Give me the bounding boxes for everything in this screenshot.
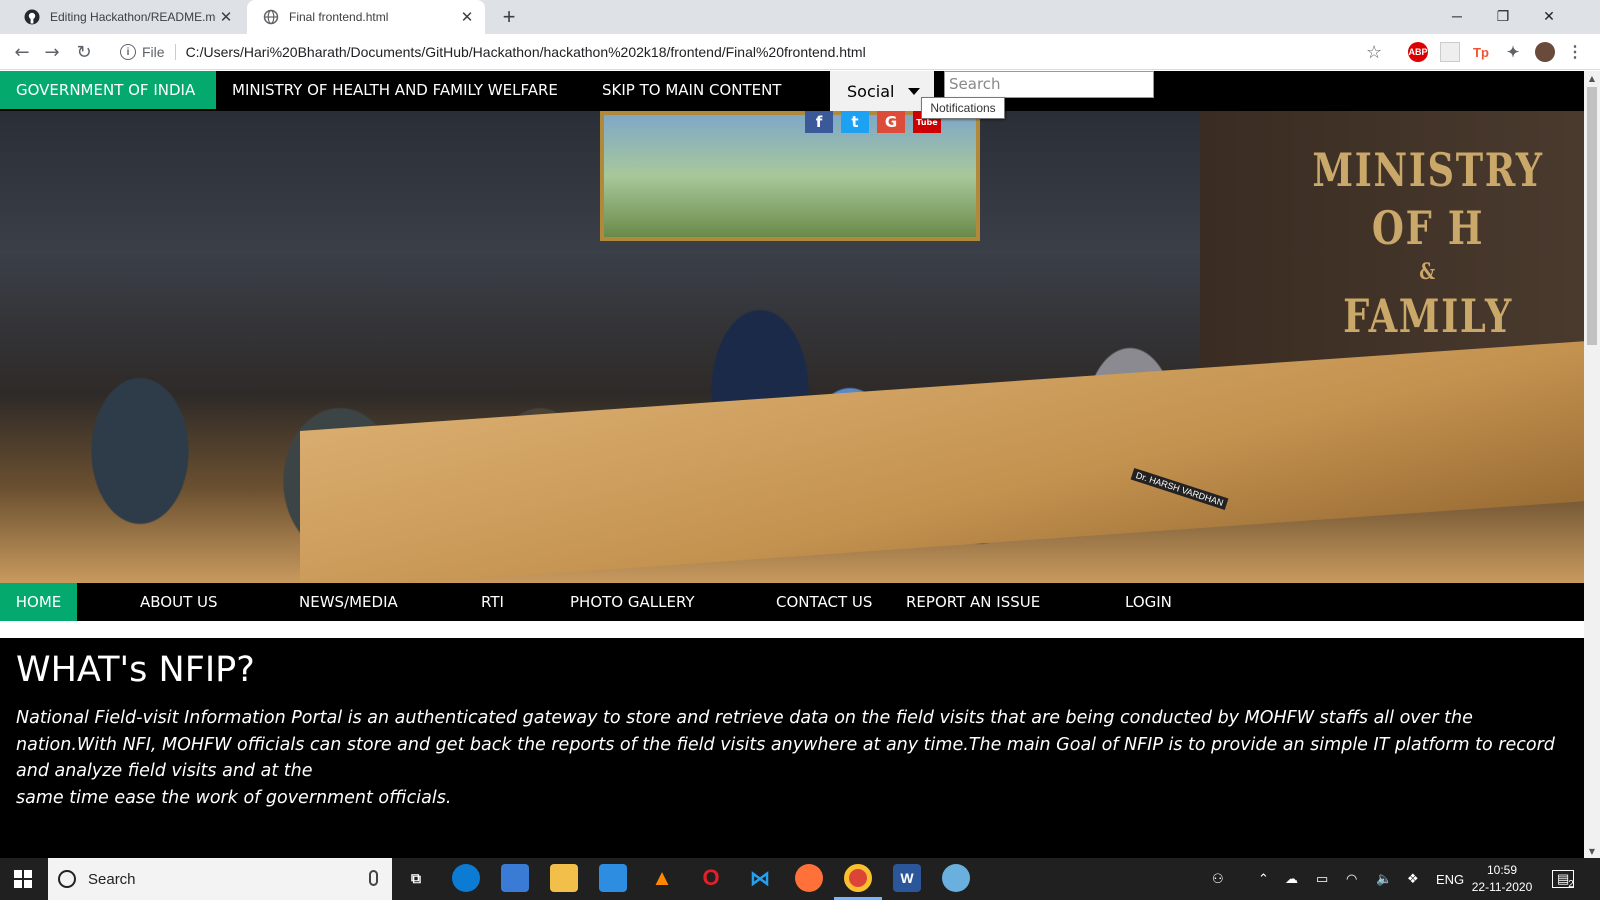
nav-home[interactable]: HOME [0, 583, 77, 621]
reload-icon[interactable]: ↻ [70, 38, 98, 66]
people-icon[interactable]: ⚇ [1212, 858, 1224, 900]
scroll-down-icon[interactable]: ▼ [1584, 844, 1600, 858]
scrollbar-thumb[interactable] [1587, 87, 1597, 345]
back-icon[interactable]: ← [8, 38, 36, 66]
onedrive-icon[interactable]: ☁ [1285, 858, 1298, 900]
twitter-icon[interactable]: t [841, 111, 869, 133]
sign-ampersand: & [1419, 259, 1437, 285]
section-description: National Field-visit Information Portal … [16, 705, 1556, 811]
minimize-icon[interactable]: ─ [1434, 0, 1480, 32]
windows-start-icon[interactable] [14, 870, 32, 888]
tab-title: Final frontend.html [289, 10, 389, 24]
nav-photo-gallery[interactable]: PHOTO GALLERY [570, 583, 695, 621]
word-icon[interactable]: W [893, 864, 921, 892]
profile-avatar[interactable] [1535, 42, 1555, 62]
scheme-label: File [142, 44, 176, 60]
battery-icon[interactable]: ▭ [1316, 858, 1328, 900]
scroll-up-icon[interactable]: ▲ [1584, 71, 1600, 85]
browser-tab-strip: Editing Hackathon/README.md a ✕ Final fr… [0, 0, 1600, 34]
social-dropdown-button[interactable]: Social [830, 71, 934, 111]
tray-expand-icon[interactable]: ⌃ [1258, 858, 1269, 900]
nav-rti[interactable]: RTI [481, 583, 504, 621]
globe-icon [263, 9, 279, 25]
nav-ministry[interactable]: MINISTRY OF HEALTH AND FAMILY WELFARE [216, 71, 574, 109]
mail-icon[interactable] [599, 864, 627, 892]
opera-icon[interactable]: O [697, 864, 725, 892]
info-icon[interactable]: i [120, 44, 136, 60]
taskbar-clock[interactable]: 10:59 22-11-2020 [1468, 862, 1536, 896]
caret-down-icon [908, 87, 921, 95]
tp-extension-icon[interactable]: Tp [1471, 42, 1491, 62]
section-heading: WHAT's NFIP? [16, 650, 255, 690]
vlc-icon[interactable]: ▲ [648, 864, 676, 892]
nav-government-of-india[interactable]: GOVERNMENT OF INDIA [0, 71, 216, 109]
restore-icon[interactable]: ❐ [1480, 0, 1526, 32]
firefox-icon[interactable] [795, 864, 823, 892]
volume-icon[interactable]: 🔈 [1376, 858, 1392, 900]
close-window-icon[interactable]: ✕ [1526, 0, 1572, 32]
url-text: C:/Users/Hari%20Bharath/Documents/GitHub… [185, 44, 866, 60]
page-scrollbar[interactable]: ▲ ▼ [1584, 71, 1600, 858]
vscode-icon[interactable]: ⋈ [746, 864, 774, 892]
url-field[interactable]: i File C:/Users/Hari%20Bharath/Documents… [108, 38, 1368, 66]
search-input[interactable]: Search [944, 71, 1154, 98]
hero-press-conference-image: MINISTRY OF H & FAMILY WEL Dr. HARSH VAR… [0, 111, 1584, 583]
tab-title: Editing Hackathon/README.md a [50, 10, 216, 24]
windows-taskbar: Search ⧉ ▲ O ⋈ W ⚇ ⌃ ☁ ▭ ◠ 🔈 ❖ ENG 10:59… [0, 858, 1600, 900]
description-text-2: same time ease the work of government of… [16, 787, 452, 808]
notifications-tooltip: Notifications [921, 97, 1005, 119]
taskbar-search-label: Search [88, 870, 136, 888]
forward-icon[interactable]: → [38, 38, 66, 66]
dropbox-icon[interactable]: ❖ [1407, 858, 1419, 900]
wifi-icon[interactable]: ◠ [1346, 858, 1357, 900]
file-explorer-icon[interactable] [550, 864, 578, 892]
clock-time: 10:59 [1486, 863, 1518, 877]
extension-icon[interactable] [1440, 42, 1460, 62]
clock-date: 22-11-2020 [1471, 880, 1533, 894]
description-text: National Field-visit Information Portal … [16, 708, 1555, 781]
notification-count: 2 [1568, 878, 1574, 890]
puzzle-extensions-icon[interactable]: ✦ [1503, 42, 1523, 62]
github-icon [24, 9, 40, 25]
language-indicator[interactable]: ENG [1436, 858, 1464, 900]
task-view-icon[interactable]: ⧉ [402, 864, 430, 892]
main-navigation: HOME ABOUT US NEWS/MEDIA RTI PHOTO GALLE… [0, 583, 1584, 621]
sign-line-1: MINISTRY OF H [1312, 143, 1544, 255]
taskbar-search-box[interactable]: Search [48, 858, 392, 900]
new-tab-button[interactable]: + [496, 4, 522, 30]
facebook-icon[interactable]: f [805, 111, 833, 133]
bookmark-star-icon[interactable]: ☆ [1366, 42, 1382, 63]
close-tab-icon[interactable]: ✕ [457, 7, 477, 27]
close-tab-icon[interactable]: ✕ [216, 7, 236, 27]
chrome-icon[interactable] [844, 864, 872, 892]
menu-kebab-icon[interactable]: ⋮ [1565, 42, 1585, 62]
social-label: Social [847, 81, 895, 101]
paint-icon[interactable] [942, 864, 970, 892]
google-icon[interactable]: G [877, 111, 905, 133]
cortana-icon [58, 870, 76, 888]
edge-icon[interactable] [452, 864, 480, 892]
about-nfip-section: WHAT's NFIP? National Field-visit Inform… [0, 638, 1584, 858]
nav-news-media[interactable]: NEWS/MEDIA [299, 583, 398, 621]
top-navigation: GOVERNMENT OF INDIA MINISTRY OF HEALTH A… [0, 71, 1584, 111]
web-page: GOVERNMENT OF INDIA MINISTRY OF HEALTH A… [0, 71, 1584, 858]
nav-contact-us[interactable]: CONTACT US [776, 583, 872, 621]
nav-login[interactable]: LOGIN [1125, 583, 1172, 621]
store-icon[interactable] [501, 864, 529, 892]
nav-about-us[interactable]: ABOUT US [140, 583, 218, 621]
microphone-icon[interactable] [369, 870, 378, 886]
tab-readme[interactable]: Editing Hackathon/README.md a ✕ [8, 0, 244, 34]
nav-report-an-issue[interactable]: REPORT AN ISSUE [906, 583, 1040, 621]
nav-skip-to-content[interactable]: SKIP TO MAIN CONTENT [586, 71, 797, 109]
adblock-extension-icon[interactable]: ABP [1408, 42, 1428, 62]
action-center-icon[interactable]: ▤ 2 [1552, 858, 1575, 900]
address-bar: ← → ↻ i File C:/Users/Hari%20Bharath/Doc… [0, 34, 1600, 70]
tab-final-frontend[interactable]: Final frontend.html ✕ [247, 0, 485, 34]
